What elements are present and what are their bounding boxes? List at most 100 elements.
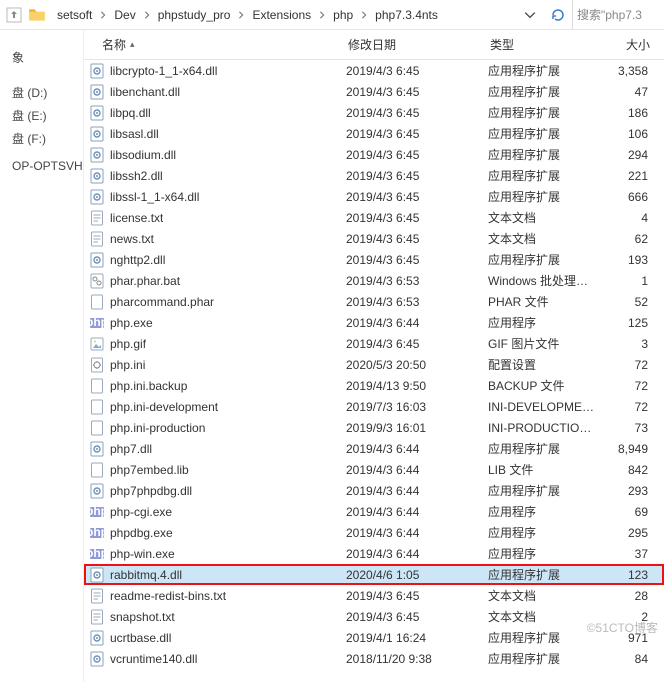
file-icon <box>88 651 106 667</box>
file-row[interactable]: php.exe2019/4/3 6:44应用程序125 <box>84 312 664 333</box>
sidebar-item[interactable]: 盘 (E:) <box>0 104 83 127</box>
file-type: 应用程序扩展 <box>488 125 600 142</box>
file-icon <box>88 294 106 310</box>
refresh-button[interactable] <box>544 7 572 23</box>
file-size: 186 <box>600 106 652 120</box>
file-type: 文本文档 <box>488 230 600 247</box>
file-name: php.gif <box>110 337 146 351</box>
file-row[interactable]: pharcommand.phar2019/4/3 6:53PHAR 文件52 <box>84 291 664 312</box>
column-size[interactable]: 大小 <box>602 36 654 53</box>
file-name: php-cgi.exe <box>110 505 172 519</box>
file-row[interactable]: vcruntime140.dll2018/11/20 9:38应用程序扩展84 <box>84 648 664 669</box>
breadcrumb-segment[interactable]: php <box>330 6 356 24</box>
file-name: php.ini-development <box>110 400 218 414</box>
file-name: libsasl.dll <box>110 127 159 141</box>
column-date[interactable]: 修改日期 <box>348 36 490 53</box>
search-input[interactable]: 搜索"php7.3 <box>572 0 660 29</box>
file-icon <box>88 231 106 247</box>
file-row[interactable]: php.ini-development2019/7/3 16:03INI-DEV… <box>84 396 664 417</box>
file-row[interactable]: libcrypto-1_1-x64.dll2019/4/3 6:45应用程序扩展… <box>84 60 664 81</box>
sidebar-item[interactable]: 象 <box>0 46 83 69</box>
column-name[interactable]: 名称▴ <box>84 36 348 53</box>
file-size: 842 <box>600 463 652 477</box>
file-size: 8,949 <box>600 442 652 456</box>
file-row[interactable]: phar.phar.bat2019/4/3 6:53Windows 批处理…1 <box>84 270 664 291</box>
file-row[interactable]: libenchant.dll2019/4/3 6:45应用程序扩展47 <box>84 81 664 102</box>
file-date: 2020/4/6 1:05 <box>346 568 488 582</box>
column-type[interactable]: 类型 <box>490 36 602 53</box>
file-row[interactable]: readme-redist-bins.txt 2019/4/3 6:45文本文档2… <box>84 585 664 606</box>
file-row[interactable]: libsasl.dll2019/4/3 6:45应用程序扩展106 <box>84 123 664 144</box>
file-size: 72 <box>600 400 652 414</box>
file-icon <box>88 357 106 373</box>
file-name: pharcommand.phar <box>110 295 214 309</box>
file-type: 应用程序 <box>488 545 600 562</box>
file-name: phpdbg.exe <box>110 526 173 540</box>
file-row[interactable]: php.gif2019/4/3 6:45GIF 图片文件3 <box>84 333 664 354</box>
file-type: 应用程序扩展 <box>488 482 600 499</box>
file-row[interactable]: php.ini2020/5/3 20:50配置设置72 <box>84 354 664 375</box>
file-name: php.ini <box>110 358 145 372</box>
file-date: 2019/4/3 6:45 <box>346 610 488 624</box>
file-name: libssh2.dll <box>110 169 163 183</box>
file-name: nghttp2.dll <box>110 253 165 267</box>
file-icon <box>88 525 106 541</box>
file-icon <box>88 504 106 520</box>
file-name: readme-redist-bins.txt <box>110 589 226 603</box>
sidebar-item[interactable]: 盘 (F:) <box>0 127 83 150</box>
file-date: 2019/4/3 6:44 <box>346 484 488 498</box>
file-row[interactable]: news.txt2019/4/3 6:45文本文档62 <box>84 228 664 249</box>
file-name: vcruntime140.dll <box>110 652 197 666</box>
file-row[interactable]: license.txt2019/4/3 6:45文本文档4 <box>84 207 664 228</box>
watermark-text: ©51CTO博客 <box>587 619 658 636</box>
file-type: INI-DEVELOPME… <box>488 400 600 414</box>
breadcrumb-segment[interactable]: Dev <box>111 6 138 24</box>
file-type: 应用程序扩展 <box>488 146 600 163</box>
file-size: 47 <box>600 85 652 99</box>
file-size: 294 <box>600 148 652 162</box>
file-row[interactable]: php7.dll2019/4/3 6:44应用程序扩展8,949 <box>84 438 664 459</box>
file-row[interactable]: php-cgi.exe2019/4/3 6:44应用程序69 <box>84 501 664 522</box>
breadcrumb-segment[interactable]: setsoft <box>54 6 95 24</box>
file-row[interactable]: php-win.exe2019/4/3 6:44应用程序37 <box>84 543 664 564</box>
file-date: 2019/4/3 6:45 <box>346 589 488 603</box>
file-name: libcrypto-1_1-x64.dll <box>110 64 217 78</box>
file-row[interactable]: php.ini.backup2019/4/13 9:50BACKUP 文件72 <box>84 375 664 396</box>
file-name: news.txt <box>110 232 154 246</box>
file-icon <box>88 336 106 352</box>
file-type: 应用程序扩展 <box>488 104 600 121</box>
chevron-right-icon <box>358 11 370 19</box>
file-row[interactable]: php7embed.lib2019/4/3 6:44LIB 文件842 <box>84 459 664 480</box>
file-row[interactable]: ucrtbase.dll2019/4/1 16:24应用程序扩展971 <box>84 627 664 648</box>
breadcrumb[interactable]: setsoft Dev phpstudy_pro Extensions php php7.… <box>50 6 516 24</box>
file-type: 应用程序扩展 <box>488 566 600 583</box>
file-type: 应用程序扩展 <box>488 83 600 100</box>
file-row[interactable]: libsodium.dll2019/4/3 6:45应用程序扩展294 <box>84 144 664 165</box>
file-row[interactable]: rabbitmq.4.dll2020/4/6 1:05应用程序扩展123 <box>84 564 664 585</box>
dropdown-button[interactable] <box>516 9 544 21</box>
breadcrumb-segment[interactable]: Extensions <box>249 6 314 24</box>
file-row[interactable]: snapshot.txt2019/4/3 6:45文本文档2 <box>84 606 664 627</box>
sidebar-item[interactable]: OP-OPTSVHD <box>0 156 83 176</box>
up-button[interactable] <box>4 5 24 25</box>
file-type: 文本文档 <box>488 587 600 604</box>
file-row[interactable]: libpq.dll2019/4/3 6:45应用程序扩展186 <box>84 102 664 123</box>
file-row[interactable]: nghttp2.dll2019/4/3 6:45应用程序扩展193 <box>84 249 664 270</box>
file-row[interactable]: libssh2.dll2019/4/3 6:45应用程序扩展221 <box>84 165 664 186</box>
column-headers[interactable]: 名称▴ 修改日期 类型 大小 <box>84 30 664 60</box>
file-row[interactable]: php7phpdbg.dll2019/4/3 6:44应用程序扩展293 <box>84 480 664 501</box>
sidebar-item[interactable]: 盘 (D:) <box>0 81 83 104</box>
file-type: BACKUP 文件 <box>488 377 600 394</box>
file-icon <box>88 378 106 394</box>
file-size: 106 <box>600 127 652 141</box>
file-name: php.exe <box>110 316 153 330</box>
file-row[interactable]: php.ini-production2019/9/3 16:01INI-PROD… <box>84 417 664 438</box>
file-size: 28 <box>600 589 652 603</box>
file-date: 2019/4/3 6:44 <box>346 547 488 561</box>
file-row[interactable]: libssl-1_1-x64.dll2019/4/3 6:45应用程序扩展666 <box>84 186 664 207</box>
file-row[interactable]: phpdbg.exe2019/4/3 6:44应用程序295 <box>84 522 664 543</box>
file-type: 应用程序扩展 <box>488 650 600 667</box>
file-date: 2019/4/3 6:45 <box>346 148 488 162</box>
breadcrumb-segment[interactable]: php7.3.4nts <box>372 6 441 24</box>
breadcrumb-segment[interactable]: phpstudy_pro <box>155 6 234 24</box>
